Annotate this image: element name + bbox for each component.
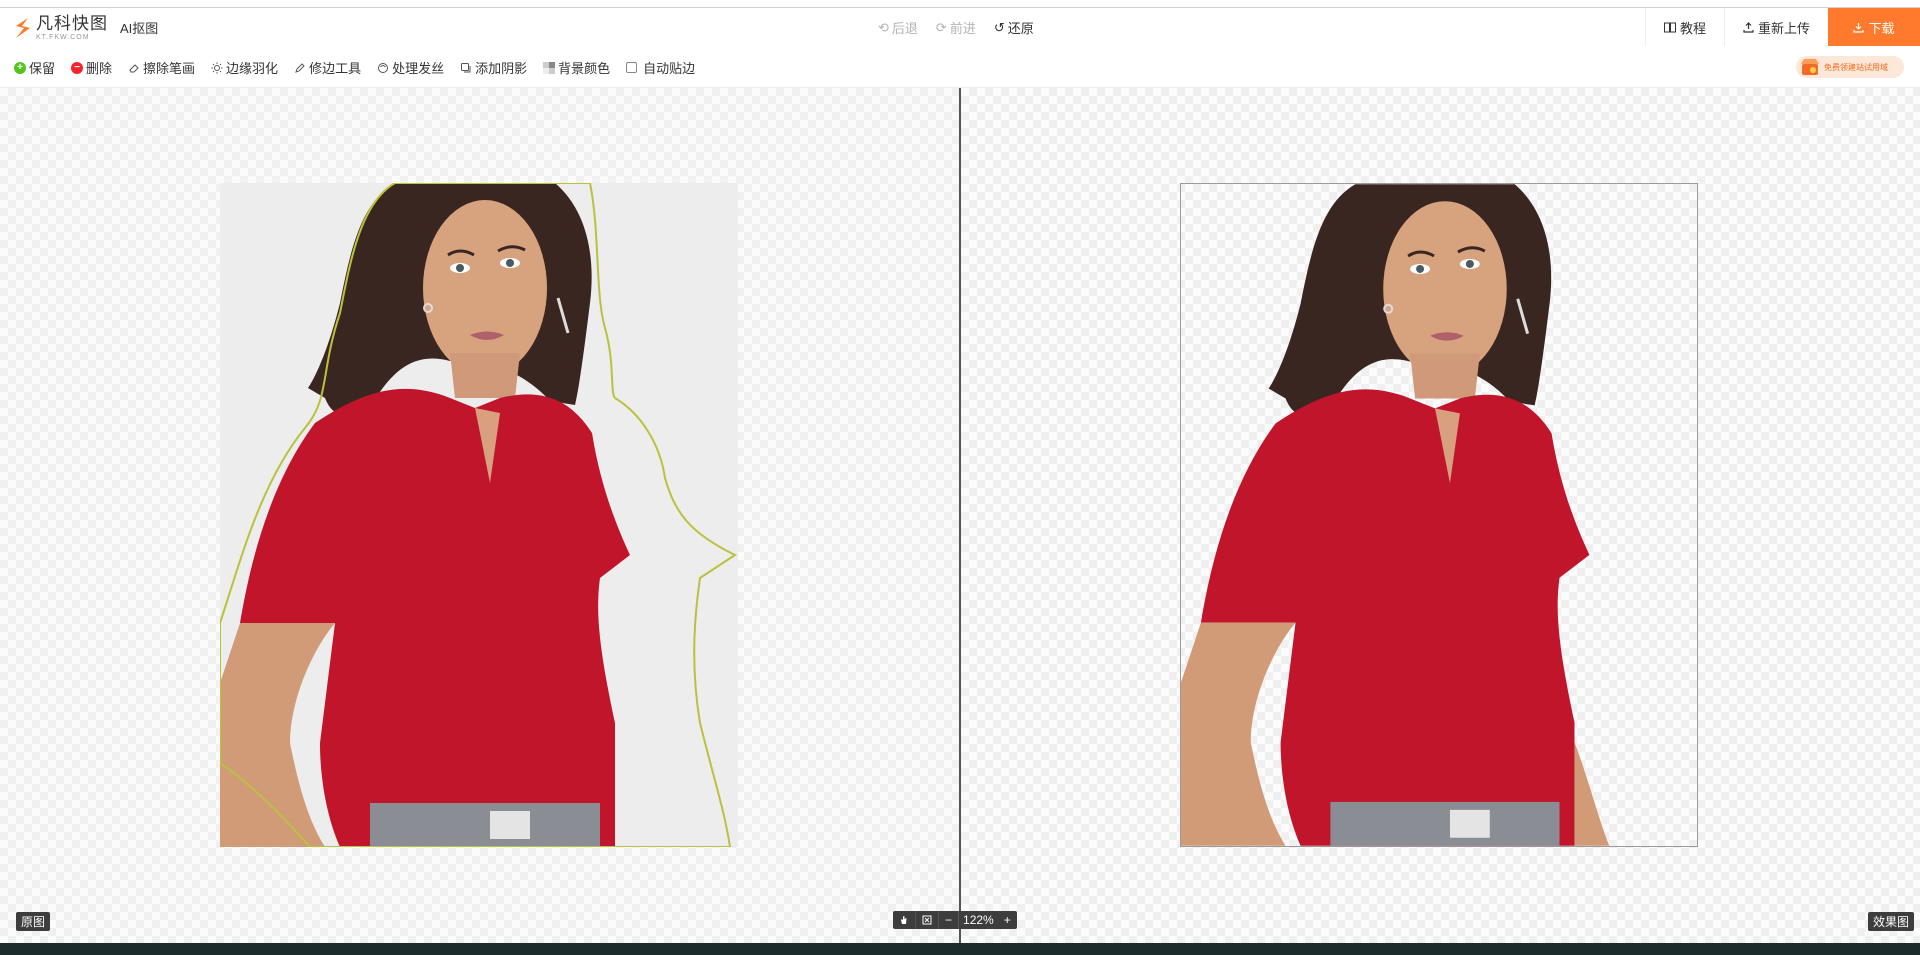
delete-tool[interactable]: − 删除	[71, 58, 112, 77]
result-canvas[interactable]: 效果图	[961, 88, 1920, 943]
restore-icon: ↺	[993, 19, 1005, 35]
keep-tool[interactable]: + 保留	[14, 58, 55, 77]
original-image[interactable]	[220, 183, 738, 847]
fit-screen-button[interactable]	[916, 911, 939, 929]
erase-label: 擦除笔画	[143, 61, 196, 76]
zoom-controls: − 122% +	[893, 911, 1017, 929]
hair-label: 处理发丝	[392, 61, 445, 76]
keep-label: 保留	[29, 61, 56, 76]
upload-icon	[1743, 21, 1754, 33]
zoom-out-button[interactable]: −	[939, 911, 960, 929]
tutorial-label: 教程	[1679, 20, 1706, 36]
zoom-in-button[interactable]: +	[998, 911, 1017, 929]
reupload-button[interactable]: 重新上传	[1723, 8, 1828, 46]
hand-tool-button[interactable]	[893, 911, 916, 929]
os-taskbar	[0, 943, 1920, 955]
shop-icon	[1801, 59, 1819, 75]
auto-snap-label: 自动贴边	[643, 61, 696, 76]
checker-icon	[543, 61, 556, 74]
redo-icon: ⟳	[935, 19, 947, 35]
zoom-value: 122%	[963, 913, 994, 927]
restore-label: 还原	[1007, 21, 1034, 36]
restore-button[interactable]: ↺ 还原	[994, 18, 1034, 37]
plus-icon: +	[1003, 913, 1011, 927]
feather-label: 边缘羽化	[226, 61, 279, 76]
redo-label: 前进	[949, 21, 976, 36]
undo-icon: ⟲	[878, 19, 889, 35]
edge-tool[interactable]: 修边工具	[294, 58, 361, 77]
download-label: 下载	[1868, 20, 1895, 36]
pen-icon	[295, 62, 305, 73]
promo-text: 免费领建站试用域	[1824, 62, 1888, 72]
hand-icon	[901, 916, 907, 924]
fit-screen-icon	[922, 915, 932, 925]
app-title: AI抠图	[120, 21, 159, 36]
original-canvas[interactable]: 原图	[0, 88, 959, 943]
shadow-tool[interactable]: 添加阴影	[460, 58, 527, 77]
eraser-icon	[129, 63, 139, 72]
auto-snap-checkbox[interactable]	[626, 62, 638, 73]
auto-snap-toggle[interactable]: 自动贴边	[626, 58, 695, 77]
plus-circle-icon: +	[14, 61, 26, 74]
result-label: 效果图	[1867, 912, 1914, 931]
minus-circle-icon: −	[71, 61, 84, 74]
history-controls: ⟲ 后退 ⟳ 前进 ↺ 还原	[878, 18, 1034, 37]
tutorial-button[interactable]: 教程	[1644, 8, 1724, 46]
original-label: 原图	[16, 912, 51, 931]
app-header: 凡科快图 KT.FKW.COM AI抠图 ⟲ 后退 ⟳ 前进 ↺ 还原 教程 重…	[0, 8, 1920, 46]
logo-mark-icon	[16, 18, 30, 38]
shadow-label: 添加阴影	[475, 61, 528, 76]
shadow-icon	[461, 62, 471, 72]
promo-badge[interactable]: 免费领建站试用域	[1796, 56, 1904, 78]
app-logo[interactable]: 凡科快图 KT.FKW.COM	[12, 14, 108, 42]
redo-button[interactable]: ⟳ 前进	[936, 18, 976, 37]
download-button[interactable]: 下载	[1828, 8, 1920, 46]
book-icon	[1663, 22, 1676, 32]
download-icon	[1853, 22, 1865, 33]
reupload-label: 重新上传	[1757, 20, 1810, 36]
sun-icon	[211, 62, 223, 73]
hair-icon	[378, 62, 389, 73]
minus-icon: −	[945, 913, 953, 927]
edit-toolbar: + 保留 − 删除 擦除笔画 边缘羽化 修边工具 处理发丝 添加阴影 背景颜色 …	[0, 46, 1920, 88]
logo-name: 凡科快图	[36, 14, 108, 33]
undo-button[interactable]: ⟲ 后退	[878, 18, 918, 37]
bg-color-tool[interactable]: 背景颜色	[543, 58, 610, 77]
hair-tool[interactable]: 处理发丝	[377, 58, 444, 77]
edge-tool-label: 修边工具	[309, 61, 362, 76]
result-image[interactable]	[1180, 183, 1698, 847]
feather-tool[interactable]: 边缘羽化	[211, 58, 278, 77]
window-top-edge	[0, 0, 1920, 8]
erase-tool[interactable]: 擦除笔画	[128, 58, 195, 77]
delete-label: 删除	[86, 61, 113, 76]
header-actions: 教程 重新上传 下载	[1644, 8, 1920, 46]
bg-color-label: 背景颜色	[558, 61, 611, 76]
undo-label: 后退	[891, 21, 918, 36]
logo-subtitle: KT.FKW.COM	[36, 34, 90, 41]
